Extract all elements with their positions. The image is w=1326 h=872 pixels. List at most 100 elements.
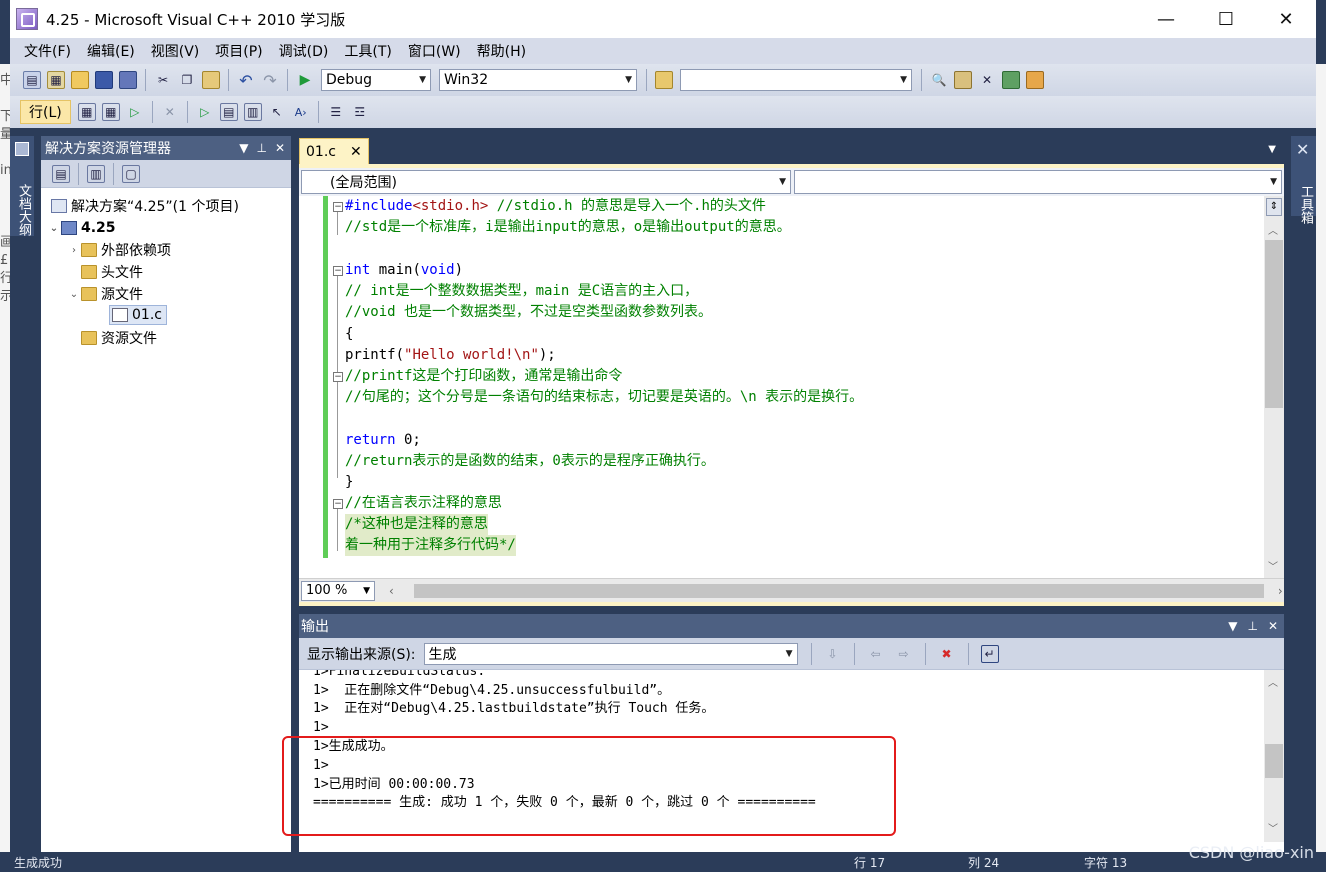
split-window-button[interactable]: ⇕ (1266, 198, 1282, 216)
editor-vertical-scrollbar[interactable]: ⇕ ︿ ﹀ (1264, 196, 1284, 578)
tree-item-solution[interactable]: 解决方案“4.25”(1 个项目) (51, 196, 239, 216)
solution-config-select[interactable]: Debug ▼ (321, 69, 431, 91)
cursor-icon[interactable]: ↖ (268, 103, 286, 121)
save-icon[interactable] (95, 71, 113, 89)
properties-icon[interactable]: ▢ (122, 164, 140, 183)
scroll-left-icon[interactable]: ‹ (389, 584, 394, 598)
refresh-icon[interactable]: ▥ (87, 164, 105, 183)
expanded-chevron-icon[interactable]: ⌄ (67, 289, 81, 300)
breakpoint-window-icon[interactable]: ▤ (219, 103, 238, 121)
grid-icon[interactable]: ▦ (77, 103, 96, 121)
font-size-icon[interactable]: A› (292, 103, 310, 121)
scroll-down-icon[interactable]: ﹀ (1268, 820, 1278, 835)
run-icon[interactable]: ▷ (196, 103, 214, 121)
scroll-up-icon[interactable]: ︿ (1268, 674, 1278, 689)
find-combo[interactable]: ▼ (680, 69, 912, 91)
pin-icon[interactable]: ⊥ (1247, 619, 1257, 633)
minimize-button[interactable]: — (1136, 0, 1196, 38)
output-source-select[interactable]: 生成 ▼ (423, 642, 798, 665)
find-symbol-icon[interactable]: 🔍 (930, 71, 948, 89)
start-debugging-icon[interactable]: ▶ (296, 71, 314, 89)
pin-icon[interactable]: ⊥ (256, 141, 266, 155)
row-button[interactable]: 行(L) (20, 100, 71, 124)
output-vertical-scrollbar[interactable]: ︿ ﹀ (1264, 670, 1284, 842)
paste-icon[interactable] (202, 71, 220, 89)
document-outline-tab[interactable]: 文档大纲 (10, 136, 34, 236)
menu-tools[interactable]: 工具(T) (336, 41, 399, 61)
panel-close-icon[interactable]: ✕ (1268, 619, 1278, 633)
scroll-up-icon[interactable]: ︿ (1268, 222, 1278, 237)
panel-dropdown-icon[interactable]: ▼ (1228, 619, 1237, 633)
scope-select[interactable]: (全局范围) ▼ (301, 170, 791, 194)
next-message-icon[interactable]: ⇨ (895, 645, 913, 663)
menu-edit[interactable]: 编辑(E) (79, 41, 143, 61)
tab-01c[interactable]: 01.c ✕ (299, 138, 369, 164)
scroll-down-icon[interactable]: ﹀ (1268, 558, 1278, 573)
collapse-toggle[interactable]: − (333, 266, 343, 276)
tree-item-header-files[interactable]: 头文件 (81, 262, 143, 282)
tree-item-external-dependencies[interactable]: › 外部依赖项 (67, 240, 171, 260)
collapse-toggle[interactable]: − (333, 372, 343, 382)
class-view-icon[interactable] (1026, 71, 1044, 89)
toolbar-separator (151, 101, 153, 123)
toolbox-tab[interactable]: ✕ 工具箱 (1291, 136, 1316, 224)
find-in-files-icon[interactable] (655, 71, 673, 89)
tree-item-source-files[interactable]: ⌄ 源文件 (67, 284, 143, 304)
clear-all-icon[interactable]: ✖ (938, 645, 956, 663)
output-line: 1>FinalizeBuildStatus: (313, 670, 486, 679)
panel-close-icon[interactable]: ✕ (275, 141, 285, 155)
menu-file[interactable]: 文件(F) (16, 41, 79, 61)
properties-icon[interactable] (954, 71, 972, 89)
zoom-select[interactable]: 100 % ▼ (301, 580, 375, 601)
go-to-message-icon[interactable]: ⇩ (824, 645, 842, 663)
panel-dropdown-icon[interactable]: ▼ (239, 141, 248, 155)
new-project-icon[interactable]: ▤ (23, 71, 41, 89)
uncomment-lines-icon[interactable]: ☲ (351, 103, 369, 121)
tree-item-project[interactable]: ⌄ 4.25 (47, 218, 116, 238)
redo-icon[interactable]: ↷ (261, 71, 279, 90)
menu-view[interactable]: 视图(V) (143, 41, 208, 61)
scope-value: (全局范围) (330, 175, 397, 191)
member-select[interactable]: ▼ (794, 170, 1282, 194)
step-icon[interactable]: ▷ (126, 103, 144, 121)
scrollbar-thumb[interactable] (1265, 744, 1283, 778)
open-file-icon[interactable] (71, 71, 89, 89)
code-editor[interactable]: − − − − #include<stdio.h> //stdio.h 的意思是… (299, 196, 1284, 578)
word-wrap-icon[interactable]: ↵ (980, 644, 999, 663)
collapsed-chevron-icon[interactable]: › (67, 245, 81, 256)
close-button[interactable]: ✕ (1256, 0, 1316, 38)
platform-select[interactable]: Win32 ▼ (439, 69, 637, 91)
menu-window[interactable]: 窗口(W) (400, 41, 469, 61)
call-stack-icon[interactable]: ▥ (243, 103, 262, 121)
table-icon[interactable]: ▦ (101, 103, 120, 121)
tree-item-01c[interactable]: 01.c (109, 305, 167, 325)
horizontal-scrollbar-thumb[interactable] (413, 583, 1264, 598)
collapse-toggle[interactable]: − (333, 499, 343, 509)
chevron-down-icon: ▼ (1270, 177, 1277, 187)
delete-icon[interactable]: ✕ (161, 103, 179, 121)
comment-lines-icon[interactable]: ☰ (327, 103, 345, 121)
tree-item-resource-files[interactable]: 资源文件 (81, 328, 157, 348)
start-page-icon[interactable] (1002, 71, 1020, 89)
expanded-chevron-icon[interactable]: ⌄ (47, 223, 61, 234)
maximize-button[interactable]: ☐ (1196, 0, 1256, 38)
previous-message-icon[interactable]: ⇦ (867, 645, 885, 663)
outline-line (337, 509, 338, 551)
save-all-icon[interactable] (119, 71, 137, 89)
add-item-icon[interactable]: ▦ (47, 71, 65, 89)
collapse-toggle[interactable]: − (333, 202, 343, 212)
cut-icon[interactable]: ✂ (154, 71, 172, 89)
scrollbar-thumb[interactable] (1265, 240, 1283, 408)
menu-debug[interactable]: 调试(D) (271, 41, 337, 61)
left-window-edge: 中下量 in 画 £ 行示 (0, 64, 10, 872)
tab-list-dropdown-icon[interactable]: ▼ (1268, 144, 1276, 155)
scroll-right-icon[interactable]: › (1278, 584, 1283, 598)
menu-project[interactable]: 项目(P) (207, 41, 270, 61)
copy-icon[interactable]: ❐ (178, 71, 196, 89)
chevron-down-icon: ▼ (625, 75, 632, 85)
tab-close-icon[interactable]: ✕ (350, 144, 362, 160)
tools-icon[interactable]: ✕ (978, 71, 996, 89)
menu-help[interactable]: 帮助(H) (469, 41, 534, 61)
undo-icon[interactable]: ↶ (237, 71, 255, 90)
show-all-files-icon[interactable]: ▤ (52, 164, 70, 183)
